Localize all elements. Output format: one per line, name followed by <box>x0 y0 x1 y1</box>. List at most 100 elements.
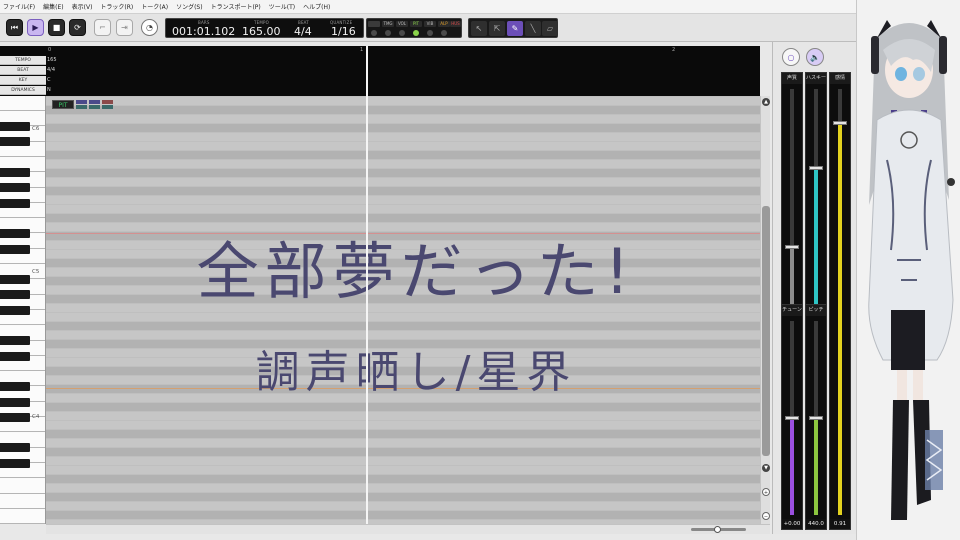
mute-button[interactable]: 🔈 <box>806 48 824 66</box>
parameter-slider-knob[interactable] <box>785 416 799 420</box>
beat-value[interactable]: 4/4 <box>294 25 312 38</box>
piano-white-key[interactable] <box>0 478 45 494</box>
flag-vol[interactable]: VOL <box>396 21 408 27</box>
flag-hus[interactable]: HUS <box>450 21 461 27</box>
roll-row-line <box>46 204 760 205</box>
piano-black-key[interactable] <box>0 443 30 453</box>
parameter-strip[interactable]: チューン +0.00 <box>781 304 803 530</box>
pencil-tool[interactable]: ✎ <box>507 21 523 36</box>
menu-help[interactable]: ヘルプ(H) <box>303 2 330 11</box>
piano-white-key[interactable] <box>0 493 45 509</box>
flag-pit[interactable]: PIT <box>410 21 422 27</box>
menu-track[interactable]: トラック(R) <box>100 2 133 11</box>
parameter-slider-knob[interactable] <box>833 121 847 125</box>
parameter-strip[interactable]: ピッチ 440.0 <box>805 304 827 530</box>
roll-row-dark <box>46 186 760 195</box>
playhead[interactable] <box>366 46 368 524</box>
mini-indicator <box>76 105 87 109</box>
menu-talk[interactable]: トーク(A) <box>141 2 168 11</box>
zoom-in-button[interactable]: + <box>762 488 770 496</box>
parameter-strip[interactable]: 感情 0.91 <box>829 72 851 530</box>
timeline-ruler[interactable]: 0 1 2 TEMPO BEAT KEY DYNAMICS 165 4/4 C … <box>0 46 760 96</box>
bars-value[interactable]: 001:01.102 <box>172 25 235 38</box>
metronome-button[interactable]: ◔ <box>141 19 158 36</box>
menu-tools[interactable]: ツール(T) <box>269 2 295 11</box>
line-tool[interactable]: ╲ <box>525 21 541 36</box>
piano-black-key[interactable] <box>0 412 30 422</box>
piano-white-key[interactable] <box>0 96 45 111</box>
roll-row-line <box>46 150 760 151</box>
tempo-value[interactable]: 165.00 <box>242 25 281 38</box>
menu-view[interactable]: 表示(V) <box>72 2 93 11</box>
auto-scroll-button[interactable]: ⇥ <box>116 19 133 36</box>
zoom-out-button[interactable]: − <box>762 512 770 520</box>
roll-row-dark <box>46 168 760 177</box>
indicator-6 <box>441 30 447 36</box>
scroll-arrow-icon: ⇥ <box>121 23 128 32</box>
range-select-tool[interactable]: ⇱ <box>489 21 505 36</box>
solo-button[interactable]: ○ <box>782 48 800 66</box>
roll-row-dark <box>46 150 760 159</box>
tempo-marker[interactable]: 165 <box>47 57 57 63</box>
flag-vib[interactable]: VIB <box>424 21 436 27</box>
parameter-value[interactable]: 440.0 <box>806 519 826 529</box>
piano-black-key[interactable] <box>0 397 30 407</box>
scroll-down-button[interactable]: ▼ <box>762 464 770 472</box>
parameter-slider-knob[interactable] <box>809 416 823 420</box>
key-marker[interactable]: C <box>47 77 51 83</box>
parameter-value[interactable]: 0.91 <box>830 519 850 529</box>
play-button[interactable]: ▶ <box>27 19 44 36</box>
horizontal-zoom-knob[interactable] <box>714 526 721 533</box>
roll-row-line <box>46 429 760 430</box>
piano-black-key[interactable] <box>0 351 30 361</box>
piano-white-key[interactable] <box>0 509 45 524</box>
scroll-up-button[interactable]: ▲ <box>762 98 770 106</box>
piano-black-key[interactable] <box>0 305 30 315</box>
roll-row-dark <box>46 447 760 456</box>
vertical-scrollbar[interactable]: ▲ ▼ + − <box>760 96 770 524</box>
parameter-value[interactable]: +0.00 <box>782 519 802 529</box>
piano-black-key[interactable] <box>0 229 30 239</box>
flag-tmg[interactable]: TMG <box>382 21 394 27</box>
roll-row-dark <box>46 429 760 438</box>
piano-black-key[interactable] <box>0 168 30 177</box>
rewind-button[interactable]: ⏮ <box>6 19 23 36</box>
piano-keyboard[interactable]: C6 C5 C4 <box>0 96 46 524</box>
select-tool[interactable]: ↖ <box>471 21 487 36</box>
parameter-strip[interactable]: ハスキー+0.36 <box>805 72 827 330</box>
roll-row-line <box>46 456 760 457</box>
line-icon: ╲ <box>530 24 536 33</box>
parameter-slider-knob[interactable] <box>809 166 823 170</box>
horizontal-scrollbar[interactable] <box>46 524 770 534</box>
flag-blank[interactable] <box>368 21 380 27</box>
menu-file[interactable]: ファイル(F) <box>3 2 35 11</box>
overlay-subtitle: 調声晒し/星界 <box>255 347 577 398</box>
piano-black-key[interactable] <box>0 183 30 193</box>
parameter-slider-knob[interactable] <box>785 245 799 249</box>
menu-edit[interactable]: 編集(E) <box>43 2 63 11</box>
menu-song[interactable]: ソング(S) <box>176 2 203 11</box>
stop-button[interactable]: ■ <box>48 19 65 36</box>
flag-alp[interactable]: ALP <box>438 21 450 27</box>
dynamics-marker[interactable]: N <box>47 87 51 93</box>
vertical-scroll-thumb[interactable] <box>762 206 770 456</box>
piano-black-key[interactable] <box>0 290 30 300</box>
parameter-strip[interactable]: 声質-0.38 <box>781 72 803 330</box>
piano-black-key[interactable] <box>0 336 30 346</box>
piano-black-key[interactable] <box>0 382 30 392</box>
loop-range-button[interactable]: ⌐ <box>94 19 111 36</box>
piano-black-key[interactable] <box>0 198 30 208</box>
menu-transport[interactable]: トランスポート(P) <box>211 2 261 11</box>
piano-black-key[interactable] <box>0 137 30 147</box>
quantize-value[interactable]: 1/16 <box>331 25 356 38</box>
piano-black-key[interactable] <box>0 244 30 254</box>
roll-row-line <box>46 438 760 439</box>
piano-black-key[interactable] <box>0 275 30 285</box>
eraser-tool[interactable]: ▱ <box>542 21 558 36</box>
pit-badge[interactable]: PIT <box>52 100 74 109</box>
piano-black-key[interactable] <box>0 458 30 468</box>
beat-marker[interactable]: 4/4 <box>47 67 55 73</box>
loop-button[interactable]: ⟳ <box>69 19 86 36</box>
piano-black-key[interactable] <box>0 122 30 132</box>
piano-roll[interactable]: PIT 全部夢だった! 調声晒し/星界 <box>46 96 760 524</box>
